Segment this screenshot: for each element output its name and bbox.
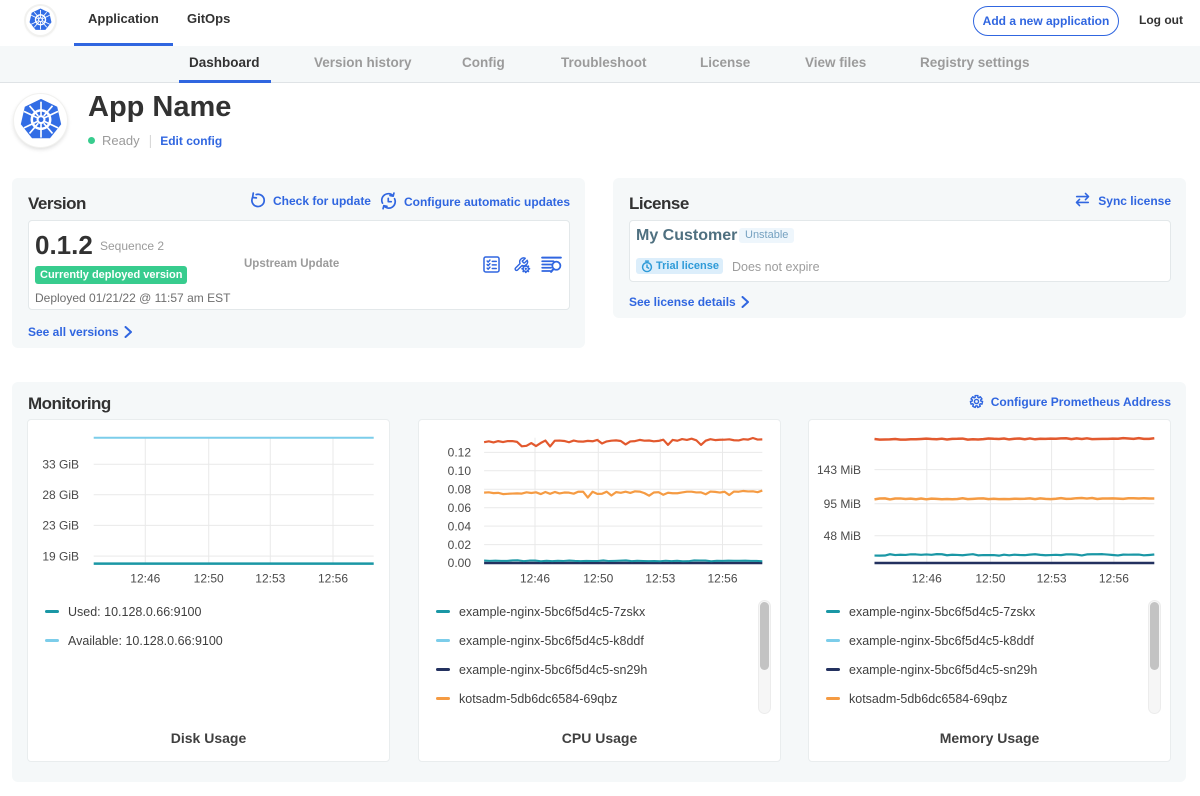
svg-text:12:56: 12:56 (707, 572, 737, 586)
svg-text:0.04: 0.04 (448, 519, 472, 533)
svg-text:48 MiB: 48 MiB (824, 529, 861, 543)
svg-text:12:56: 12:56 (1099, 572, 1129, 586)
svg-text:12:50: 12:50 (583, 572, 613, 586)
svg-text:95 MiB: 95 MiB (824, 497, 861, 511)
svg-text:143 MiB: 143 MiB (817, 463, 861, 477)
svg-text:12:56: 12:56 (318, 572, 348, 586)
svg-text:0.00: 0.00 (448, 556, 472, 570)
svg-text:12:46: 12:46 (520, 572, 550, 586)
svg-text:0.02: 0.02 (448, 538, 472, 552)
svg-text:12:53: 12:53 (255, 572, 285, 586)
svg-text:12:46: 12:46 (130, 572, 160, 586)
svg-text:12:50: 12:50 (194, 572, 224, 586)
svg-text:12:53: 12:53 (645, 572, 675, 586)
svg-text:23 GiB: 23 GiB (42, 519, 79, 533)
svg-text:12:46: 12:46 (912, 572, 942, 586)
svg-text:28 GiB: 28 GiB (42, 488, 79, 502)
svg-text:0.08: 0.08 (448, 483, 472, 497)
svg-text:33 GiB: 33 GiB (42, 458, 79, 472)
svg-text:12:53: 12:53 (1037, 572, 1067, 586)
svg-text:0.12: 0.12 (448, 446, 472, 460)
svg-text:0.10: 0.10 (448, 464, 472, 478)
svg-text:19 GiB: 19 GiB (42, 549, 79, 563)
svg-text:12:50: 12:50 (975, 572, 1005, 586)
svg-text:0.06: 0.06 (448, 501, 472, 515)
